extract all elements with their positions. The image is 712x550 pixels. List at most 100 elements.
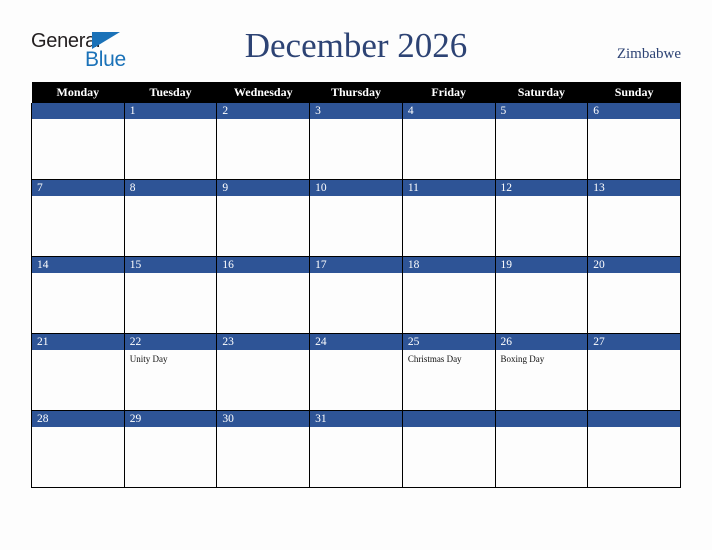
- calendar-day-cell[interactable]: 30: [216, 410, 311, 488]
- country-label: Zimbabwe: [616, 46, 681, 62]
- calendar-week-row: 7 8 9 10 11 12 13: [31, 179, 681, 257]
- calendar-day-cell[interactable]: 6: [587, 103, 681, 180]
- holiday-label: Unity Day: [129, 354, 168, 364]
- day-number: 12: [495, 180, 588, 196]
- calendar-day-cell[interactable]: 21: [31, 333, 125, 411]
- calendar-day-cell[interactable]: 19: [494, 256, 589, 334]
- calendar-day-cell[interactable]: 4: [401, 103, 496, 180]
- day-cell-inner: 10: [310, 180, 402, 256]
- calendar-day-cell[interactable]: 16: [216, 256, 311, 334]
- day-cell-inner: 30: [217, 411, 310, 487]
- calendar-week-row: 28 29 30 31: [31, 410, 681, 488]
- holiday-label: Boxing Day: [500, 354, 545, 364]
- day-number: 2: [217, 103, 310, 119]
- calendar-day-cell[interactable]: 12: [494, 179, 589, 257]
- calendar-day-cell[interactable]: [31, 103, 125, 180]
- day-number: 6: [588, 103, 680, 119]
- day-cell-inner: 17: [310, 257, 402, 333]
- calendar-week-row: 21 22 Unity Day 23 24 25 Christmas Day 26 Boxing…: [31, 333, 681, 411]
- calendar-day-cell[interactable]: 20: [587, 256, 681, 334]
- day-number: 24: [310, 334, 402, 350]
- calendar-day-cell[interactable]: 31: [309, 410, 403, 488]
- day-cell-inner: [495, 411, 588, 487]
- calendar-day-cell[interactable]: 10: [309, 179, 403, 257]
- day-number: 15: [124, 257, 217, 273]
- day-cell-inner: 22 Unity Day: [124, 334, 217, 410]
- day-number: 18: [402, 257, 495, 273]
- day-cell-inner: 18: [402, 257, 495, 333]
- day-cell-inner: 24: [310, 334, 402, 410]
- weekday-header-saturday: Saturday: [495, 82, 588, 103]
- calendar-day-cell[interactable]: [401, 410, 496, 488]
- day-cell-inner: 23: [217, 334, 310, 410]
- calendar-day-cell[interactable]: 2: [216, 103, 311, 180]
- day-cell-inner: [32, 103, 124, 179]
- calendar-day-cell[interactable]: 29: [123, 410, 218, 488]
- day-cell-inner: 28: [32, 411, 124, 487]
- calendar-day-cell[interactable]: 1: [123, 103, 218, 180]
- day-number: 30: [217, 411, 310, 427]
- calendar-day-cell[interactable]: 14: [31, 256, 125, 334]
- day-cell-inner: [402, 411, 495, 487]
- day-number: 28: [32, 411, 124, 427]
- day-number: [32, 103, 124, 119]
- day-number: 26: [495, 334, 588, 350]
- calendar-day-cell[interactable]: 28: [31, 410, 125, 488]
- calendar-day-cell[interactable]: 9: [216, 179, 311, 257]
- calendar-day-cell[interactable]: 24: [309, 333, 403, 411]
- day-cell-inner: 27: [588, 334, 680, 410]
- day-cell-inner: 6: [588, 103, 680, 179]
- day-cell-inner: 13: [588, 180, 680, 256]
- calendar-grid: Monday Tuesday Wednesday Thursday Friday…: [31, 82, 681, 488]
- day-number: 11: [402, 180, 495, 196]
- day-number: 23: [217, 334, 310, 350]
- calendar-day-cell[interactable]: 11: [401, 179, 496, 257]
- calendar-day-cell[interactable]: 17: [309, 256, 403, 334]
- day-cell-inner: 21: [32, 334, 124, 410]
- calendar-day-cell[interactable]: 13: [587, 179, 681, 257]
- calendar-day-cell[interactable]: 8: [123, 179, 218, 257]
- day-cell-inner: 1: [124, 103, 217, 179]
- calendar-day-cell[interactable]: 26 Boxing Day: [494, 333, 589, 411]
- calendar-day-cell[interactable]: 18: [401, 256, 496, 334]
- day-cell-inner: 26 Boxing Day: [495, 334, 588, 410]
- day-cell-inner: 7: [32, 180, 124, 256]
- calendar-body: 1 2 3 4 5 6 7 8 9 10 11 12 13 14 15 16 17 18 19 20 21 22 Unity…: [31, 103, 681, 488]
- calendar-day-cell[interactable]: 25 Christmas Day: [401, 333, 496, 411]
- calendar-day-cell[interactable]: 5: [494, 103, 589, 180]
- weekday-header-sunday: Sunday: [587, 82, 681, 103]
- day-number: 13: [588, 180, 680, 196]
- day-cell-inner: 25 Christmas Day: [402, 334, 495, 410]
- day-number: 21: [32, 334, 124, 350]
- calendar-day-cell[interactable]: 22 Unity Day: [123, 333, 218, 411]
- day-cell-inner: 14: [32, 257, 124, 333]
- weekday-header-tuesday: Tuesday: [124, 82, 217, 103]
- day-number: 19: [495, 257, 588, 273]
- calendar-day-cell[interactable]: 15: [123, 256, 218, 334]
- calendar-day-cell[interactable]: 27: [587, 333, 681, 411]
- day-number: 7: [32, 180, 124, 196]
- day-cell-inner: 5: [495, 103, 588, 179]
- day-cell-inner: 12: [495, 180, 588, 256]
- day-number: [402, 411, 495, 427]
- day-cell-inner: 20: [588, 257, 680, 333]
- calendar-day-cell[interactable]: 7: [31, 179, 125, 257]
- weekday-header-wednesday: Wednesday: [216, 82, 310, 103]
- day-number: 29: [124, 411, 217, 427]
- weekday-header-friday: Friday: [402, 82, 496, 103]
- day-number: [495, 411, 588, 427]
- calendar-day-cell[interactable]: 23: [216, 333, 311, 411]
- day-cell-inner: 4: [402, 103, 495, 179]
- calendar-day-cell[interactable]: [587, 410, 681, 488]
- day-cell-inner: 2: [217, 103, 310, 179]
- day-number: 25: [402, 334, 495, 350]
- day-number: 20: [588, 257, 680, 273]
- day-number: 5: [495, 103, 588, 119]
- day-number: 8: [124, 180, 217, 196]
- calendar-day-cell[interactable]: 3: [309, 103, 403, 180]
- day-number: 4: [402, 103, 495, 119]
- day-cell-inner: 31: [310, 411, 402, 487]
- day-cell-inner: 11: [402, 180, 495, 256]
- day-number: 14: [32, 257, 124, 273]
- calendar-day-cell[interactable]: [494, 410, 589, 488]
